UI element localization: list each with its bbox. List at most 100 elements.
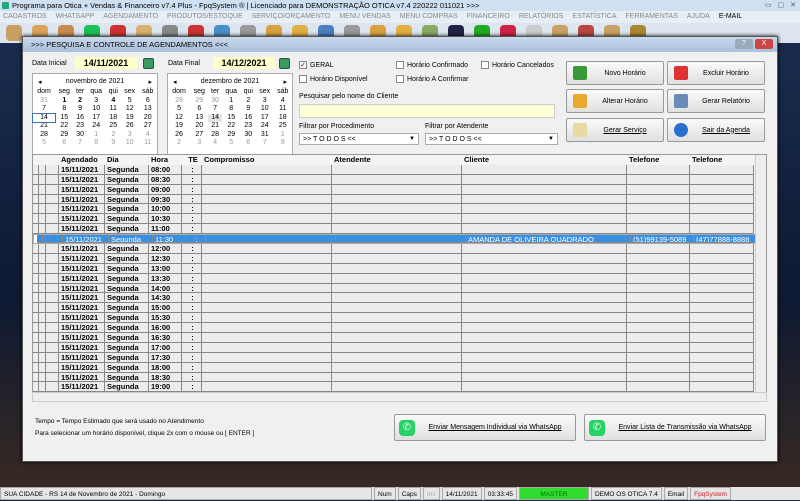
calendar-day[interactable]: 11 — [106, 105, 121, 114]
calendar-day[interactable]: 20 — [190, 122, 208, 131]
menu-item[interactable]: SERVIÇO/ORÇAMENTO — [252, 11, 331, 23]
calendar-day[interactable]: 5 — [121, 97, 139, 106]
menu-item[interactable]: E-MAIL — [719, 11, 742, 23]
table-row[interactable]: 15/11/2021 Segunda 11:30: AMANDA DE OLIVEIR… — [33, 234, 766, 245]
calendar-day[interactable]: 31 — [256, 131, 274, 140]
whatsapp-individual-button[interactable]: ✆ Enviar Mensagem Individual via WhatsApp — [394, 414, 576, 441]
dialog-close-button[interactable]: X — [755, 39, 773, 49]
whatsapp-lista-button[interactable]: ✆ Enviar Lista de Transmissão via WhatsAp… — [584, 414, 766, 441]
sair-agenda-button[interactable]: Sair da Agenda — [667, 118, 765, 142]
calendar-day[interactable]: 6 — [139, 97, 157, 106]
table-row[interactable]: 15/11/2021 Segunda 17:00: — [33, 342, 766, 353]
checkbox-confirmado[interactable]: Horário Confirmado — [396, 61, 468, 69]
prev-month-icon[interactable]: ◂ — [38, 78, 42, 86]
calendar-day[interactable]: 28 — [33, 131, 55, 140]
calendar-day[interactable]: 14 — [208, 113, 222, 122]
menu-item[interactable]: PRODUTOS/ESTOQUE — [167, 11, 243, 23]
minimize-button[interactable]: ▭ — [765, 0, 772, 11]
calendar-day[interactable]: 26 — [121, 122, 139, 131]
help-button[interactable]: ? — [735, 39, 753, 49]
checkbox-disponivel[interactable]: Horário Disponível — [299, 75, 368, 83]
status-email[interactable]: Email — [663, 487, 689, 500]
prev-month-icon[interactable]: ◂ — [173, 78, 177, 86]
calendar-day[interactable]: 4 — [139, 131, 157, 140]
table-row[interactable]: 15/11/2021 Segunda 08:30: — [33, 174, 766, 185]
calendar-day[interactable]: 1 — [222, 97, 241, 106]
calendar-day[interactable]: 25 — [106, 122, 121, 131]
calendar-day[interactable]: 21 — [33, 122, 55, 131]
calendar-day[interactable]: 20 — [139, 114, 157, 123]
gerar-relatorio-button[interactable]: Gerar Relatório — [667, 89, 765, 113]
calendar-day[interactable]: 4 — [106, 97, 121, 106]
calendar-day[interactable]: 6 — [55, 139, 73, 148]
table-row[interactable]: 15/11/2021 Segunda 13:00: — [33, 263, 766, 274]
calendar-day[interactable]: 11 — [274, 105, 292, 114]
calendar-day[interactable]: 24 — [87, 122, 106, 131]
calendar-day[interactable]: 2 — [73, 97, 86, 106]
calendar-day[interactable]: 28 — [168, 97, 190, 106]
calendar-day[interactable]: 18 — [274, 114, 292, 123]
calendar-day[interactable]: 24 — [256, 122, 274, 131]
table-row[interactable]: 15/11/2021 Segunda 15:30: — [33, 313, 766, 324]
calendar-day[interactable]: 1 — [274, 131, 292, 140]
calendar-day[interactable]: 10 — [87, 105, 106, 114]
calendar-day[interactable]: 26 — [168, 131, 190, 140]
calendar-day[interactable]: 17 — [256, 114, 274, 123]
date-start-field[interactable]: 14/11/2021 — [75, 57, 137, 69]
calendar-day[interactable]: 23 — [241, 122, 256, 131]
calendar-day[interactable]: 22 — [55, 122, 73, 131]
calendar-day[interactable]: 19 — [168, 122, 190, 131]
toolbar-shortcut-icon[interactable] — [6, 25, 22, 41]
calendar-day[interactable]: 3 — [87, 97, 106, 106]
calendar-day[interactable]: 6 — [190, 105, 208, 114]
calendar-day[interactable]: 28 — [208, 131, 221, 140]
calendar-day[interactable]: 8 — [222, 105, 241, 114]
next-month-icon[interactable]: ▸ — [148, 78, 152, 86]
calendar-day[interactable]: 30 — [208, 97, 221, 106]
calendar-day[interactable]: 16 — [241, 114, 256, 123]
calendar-day[interactable]: 29 — [190, 97, 208, 106]
table-row[interactable]: 15/11/2021 Segunda 08:00: — [33, 164, 766, 175]
table-row[interactable]: 15/11/2021 Segunda 18:30: — [33, 372, 766, 383]
alterar-horario-button[interactable]: Alterar Horário — [566, 89, 664, 113]
table-row[interactable]: 15/11/2021 Segunda 18:00: — [33, 362, 766, 373]
novo-horario-button[interactable]: Novo Horário — [566, 61, 664, 85]
calendar-day[interactable]: 15 — [222, 114, 241, 123]
maximize-button[interactable]: ▢ — [778, 0, 785, 11]
calendar-icon[interactable] — [279, 58, 290, 69]
menu-item[interactable]: MENU COMPRAS — [400, 11, 458, 23]
procedimento-select[interactable]: >> T O D O S << ▼ — [299, 133, 419, 145]
calendar-day[interactable]: 7 — [256, 139, 274, 148]
calendar-day[interactable]: 8 — [55, 105, 73, 114]
calendar-day[interactable]: 21 — [208, 122, 221, 131]
calendar-day[interactable]: 9 — [106, 139, 121, 148]
calendar-icon[interactable] — [143, 58, 154, 69]
calendar-day[interactable]: 5 — [168, 105, 190, 114]
table-row[interactable]: 15/11/2021 Segunda 12:30: — [33, 253, 766, 264]
menu-item[interactable]: RELATÓRIOS — [519, 11, 564, 23]
menu-item[interactable]: WHATSAPP — [56, 11, 95, 23]
calendar-day[interactable]: 31 — [33, 97, 55, 106]
table-row[interactable]: 15/11/2021 Segunda 11:00: — [33, 224, 766, 235]
calendar-day[interactable]: 27 — [139, 122, 157, 131]
table-row[interactable]: 15/11/2021 Segunda 14:00: — [33, 283, 766, 294]
table-row[interactable]: 15/11/2021 Segunda 10:30: — [33, 214, 766, 225]
table-row[interactable]: 15/11/2021 Segunda 14:30: — [33, 293, 766, 304]
calendar-day[interactable]: 2 — [106, 131, 121, 140]
vertical-scrollbar[interactable] — [755, 155, 766, 401]
table-row[interactable]: 15/11/2021 Segunda 09:30: — [33, 194, 766, 205]
calendar-day[interactable]: 25 — [274, 122, 292, 131]
client-search-input[interactable] — [299, 104, 555, 118]
calendar-day[interactable]: 9 — [241, 105, 256, 114]
calendar-day[interactable]: 29 — [55, 131, 73, 140]
calendar-day[interactable]: 13 — [139, 105, 157, 114]
table-row[interactable]: 15/11/2021 Segunda 16:00: — [33, 323, 766, 334]
calendar-end[interactable]: ◂ dezembro de 2021 ▸ dom seg ter qua qui sex sáb 2… — [167, 73, 293, 165]
calendar-day[interactable]: 3 — [256, 97, 274, 106]
calendar-day[interactable]: 12 — [168, 114, 190, 123]
calendar-day[interactable]: 18 — [106, 114, 121, 123]
calendar-day[interactable]: 13 — [190, 114, 208, 123]
calendar-day[interactable]: 1 — [87, 131, 106, 140]
calendar-day[interactable]: 11 — [139, 139, 157, 148]
table-row[interactable]: 15/11/2021 Segunda 09:00: — [33, 184, 766, 195]
